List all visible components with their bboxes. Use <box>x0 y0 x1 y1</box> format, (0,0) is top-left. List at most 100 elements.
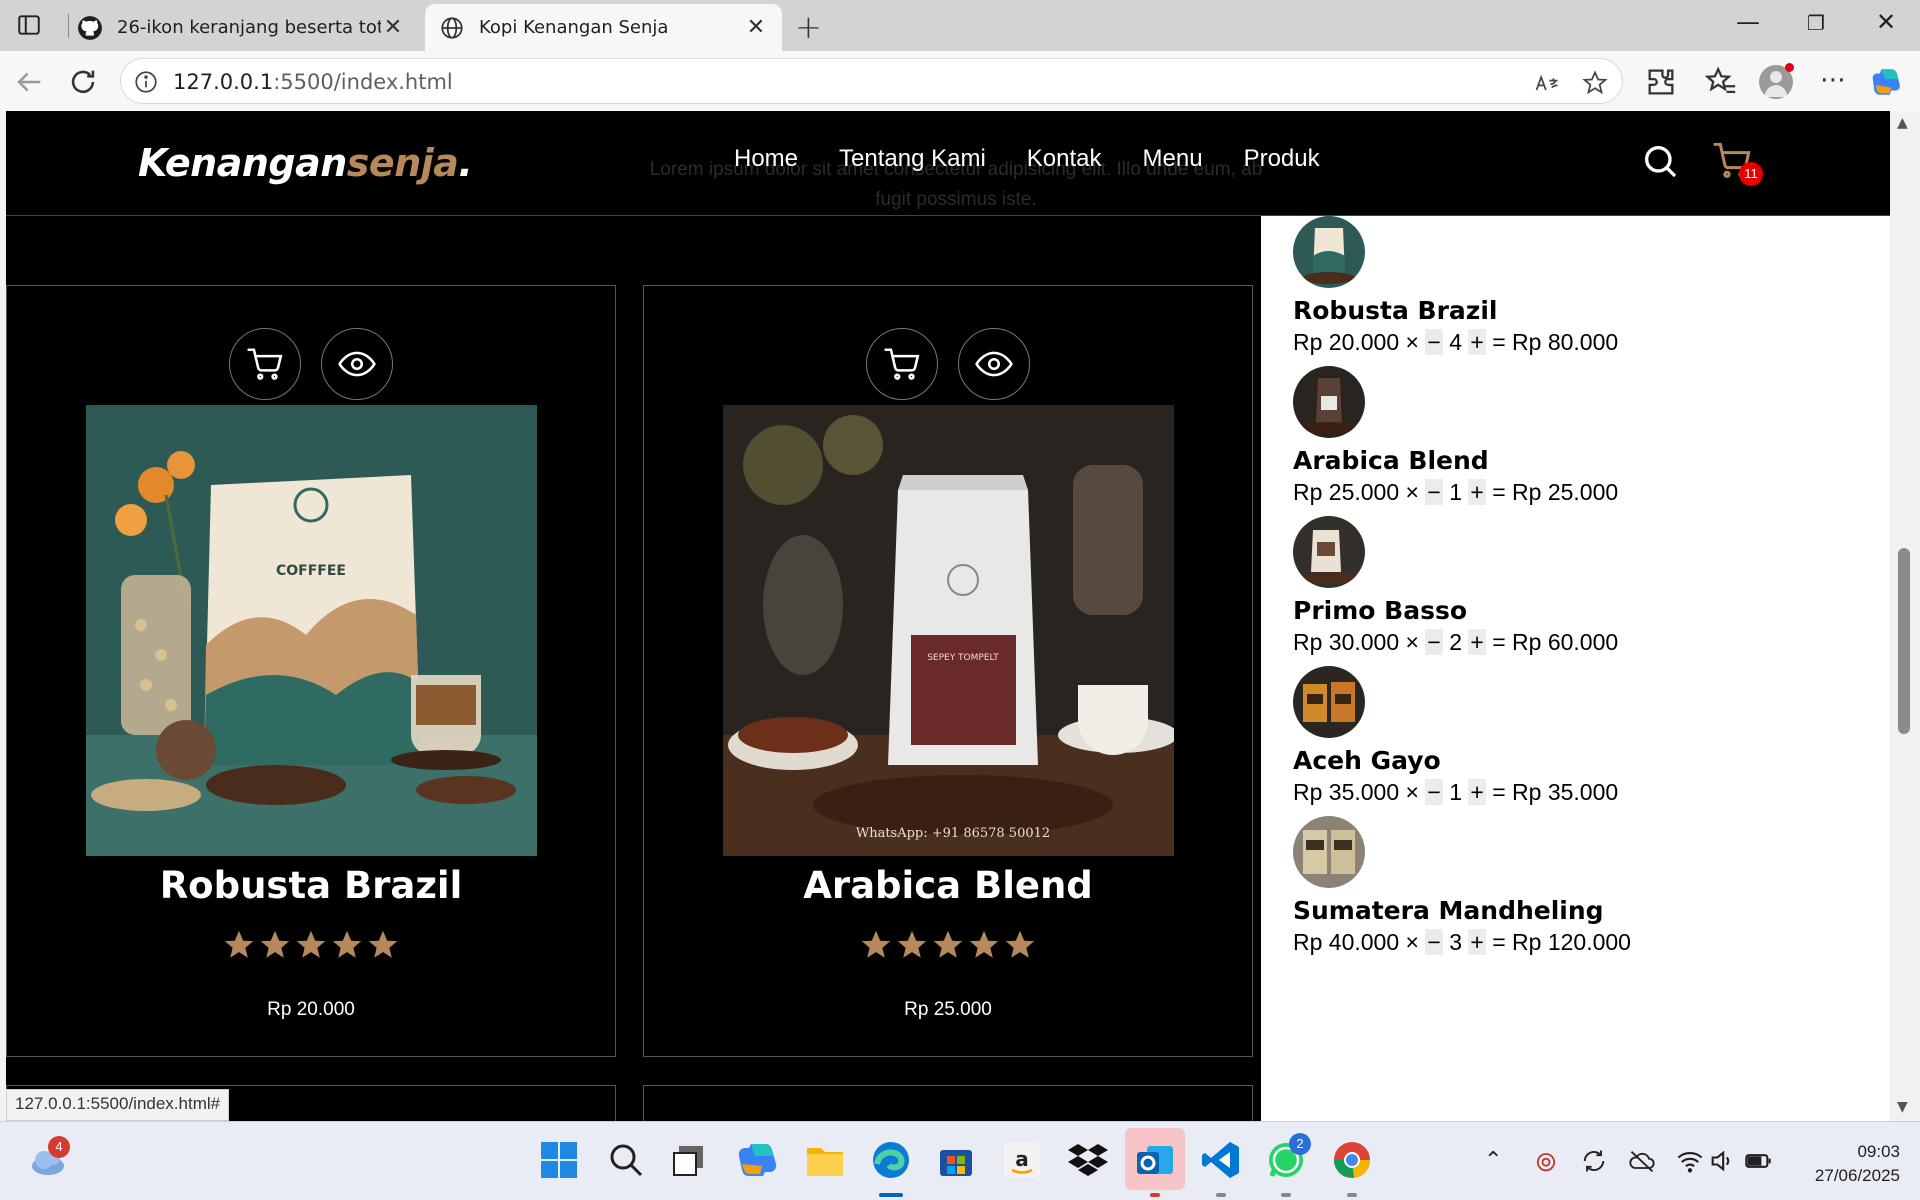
address-bar[interactable]: 127.0.0.1:5500/index.html <box>120 58 1623 104</box>
view-detail-button[interactable] <box>958 328 1030 400</box>
microsoft-store-icon[interactable] <box>934 1138 978 1182</box>
sync-icon[interactable] <box>1580 1147 1608 1175</box>
cart-item-line: Rp 35.000 × − 1 + = Rp 35.000 <box>1293 779 1619 805</box>
cart-item-line: Rp 20.000 × − 4 + = Rp 80.000 <box>1293 329 1619 355</box>
extensions-icon[interactable] <box>1644 65 1678 99</box>
show-hidden-icons-icon[interactable]: ⌃ <box>1484 1147 1512 1175</box>
decrease-qty-button[interactable]: − <box>1425 479 1443 505</box>
site-logo[interactable]: Kenangansenja. <box>138 141 473 185</box>
close-window-icon[interactable]: ✕ <box>1866 8 1906 36</box>
outlook-icon[interactable] <box>1133 1138 1177 1182</box>
product-card: SEPEY TOMPELT WhatsApp: +91 86578 50012 … <box>643 285 1253 1057</box>
more-options-icon[interactable]: ⋯ <box>1816 65 1850 99</box>
task-view-icon[interactable] <box>667 1138 711 1182</box>
nav-tentang-kami[interactable]: Tentang Kami <box>839 145 986 173</box>
tab-github[interactable]: 26-ikon keranjang beserta total h ✕ <box>63 4 419 51</box>
volume-icon[interactable] <box>1708 1147 1736 1175</box>
url-text[interactable]: 127.0.0.1:5500/index.html <box>173 70 453 94</box>
svg-text:WhatsApp: +91 86578 50012: WhatsApp: +91 86578 50012 <box>856 826 1050 841</box>
main-nav: Home Tentang Kami Kontak Menu Produk <box>734 145 1320 173</box>
favorites-icon[interactable] <box>1704 65 1738 99</box>
close-tab-icon[interactable]: ✕ <box>381 15 405 40</box>
back-icon[interactable] <box>12 65 46 99</box>
weather-badge: 4 <box>48 1136 70 1158</box>
close-tab-icon[interactable]: ✕ <box>744 15 768 40</box>
nav-menu[interactable]: Menu <box>1143 145 1203 173</box>
active-app-indicator <box>879 1193 903 1197</box>
security-icon[interactable] <box>1532 1147 1560 1175</box>
cart-item-image <box>1293 516 1365 588</box>
nav-produk[interactable]: Produk <box>1244 145 1320 173</box>
product-card: COFFFEE Robusta Brazil Rp 20.000 <box>6 285 616 1057</box>
minimize-icon[interactable]: — <box>1728 8 1768 36</box>
product-actions <box>7 328 615 400</box>
increase-qty-button[interactable]: + <box>1468 629 1486 655</box>
star-icon <box>332 930 362 958</box>
search-icon[interactable] <box>1640 141 1680 181</box>
decrease-qty-button[interactable]: − <box>1425 929 1443 955</box>
product-card <box>643 1085 1253 1121</box>
increase-qty-button[interactable]: + <box>1468 479 1486 505</box>
wifi-icon[interactable] <box>1676 1147 1704 1175</box>
eye-icon <box>338 351 376 377</box>
increase-qty-button[interactable]: + <box>1468 779 1486 805</box>
site-info-icon[interactable] <box>133 69 159 95</box>
copilot-icon[interactable] <box>1870 65 1904 99</box>
amazon-icon[interactable]: a <box>1000 1138 1044 1182</box>
nav-kontak[interactable]: Kontak <box>1027 145 1102 173</box>
app-indicator <box>1281 1193 1291 1197</box>
browser-toolbar: 127.0.0.1:5500/index.html ⋯ <box>0 51 1920 111</box>
product-actions <box>644 328 1252 400</box>
shopping-cart-icon <box>884 348 920 380</box>
tab-actions-icon[interactable] <box>16 12 42 38</box>
search-icon[interactable] <box>604 1138 648 1182</box>
view-detail-button[interactable] <box>321 328 393 400</box>
product-image-arabica-blend: SEPEY TOMPELT WhatsApp: +91 86578 50012 <box>723 405 1174 856</box>
cart-item-name: Aceh Gayo <box>1293 746 1441 775</box>
increase-qty-button[interactable]: + <box>1468 329 1486 355</box>
site-header: Lorem ipsum dolor sit amet consectetur a… <box>6 111 1890 216</box>
edge-browser-icon[interactable] <box>869 1138 913 1182</box>
add-to-cart-button[interactable] <box>866 328 938 400</box>
github-icon <box>78 15 102 40</box>
windows-taskbar: 4 a 2 ⌃ 09:03 27/06/2025 <box>0 1121 1920 1200</box>
status-bar-url: 127.0.0.1:5500/index.html# <box>6 1089 230 1121</box>
decrease-qty-button[interactable]: − <box>1425 779 1443 805</box>
add-to-cart-button[interactable] <box>229 328 301 400</box>
system-clock[interactable]: 09:03 27/06/2025 <box>1780 1140 1900 1188</box>
scroll-down-icon[interactable]: ▼ <box>1897 1099 1908 1115</box>
chrome-icon[interactable] <box>1330 1138 1374 1182</box>
restore-icon[interactable]: ❐ <box>1796 11 1836 35</box>
svg-text:SEPEY TOMPELT: SEPEY TOMPELT <box>927 653 999 663</box>
onedrive-offline-icon[interactable] <box>1628 1147 1656 1175</box>
nav-home[interactable]: Home <box>734 145 798 173</box>
file-explorer-icon[interactable] <box>803 1138 847 1182</box>
copilot-icon[interactable] <box>737 1138 781 1182</box>
new-tab-icon[interactable]: + <box>795 8 822 46</box>
vscode-icon[interactable] <box>1199 1138 1243 1182</box>
windows-start-icon[interactable] <box>537 1138 581 1182</box>
product-price: Rp 20.000 <box>267 999 355 1020</box>
scroll-thumb[interactable] <box>1898 548 1910 734</box>
dropbox-icon[interactable] <box>1066 1138 1110 1182</box>
battery-icon[interactable] <box>1744 1147 1772 1175</box>
refresh-icon[interactable] <box>66 65 100 99</box>
tab-kopi-kenangan[interactable]: Kopi Kenangan Senja ✕ <box>425 4 782 51</box>
whatsapp-badge: 2 <box>1289 1133 1311 1155</box>
decrease-qty-button[interactable]: − <box>1425 329 1443 355</box>
read-aloud-icon[interactable] <box>1533 69 1561 97</box>
profile-avatar[interactable] <box>1759 63 1794 99</box>
clock-date: 27/06/2025 <box>1814 1166 1900 1185</box>
decrease-qty-button[interactable]: − <box>1425 629 1443 655</box>
scroll-up-icon[interactable]: ▲ <box>1897 115 1908 131</box>
star-icon <box>260 930 290 958</box>
app-indicator <box>1347 1193 1357 1197</box>
cart-count-badge: 11 <box>1739 162 1763 186</box>
cart-item: Arabica Blend Rp 25.000 × − 1 + = Rp 25.… <box>1293 366 1853 506</box>
favorite-star-icon[interactable] <box>1581 69 1609 97</box>
increase-qty-button[interactable]: + <box>1468 929 1486 955</box>
cart-item-image <box>1293 666 1365 738</box>
globe-icon <box>441 16 463 39</box>
cart-item-name: Primo Basso <box>1293 596 1468 625</box>
page-scrollbar[interactable]: ▲ ▼ <box>1890 111 1920 1121</box>
